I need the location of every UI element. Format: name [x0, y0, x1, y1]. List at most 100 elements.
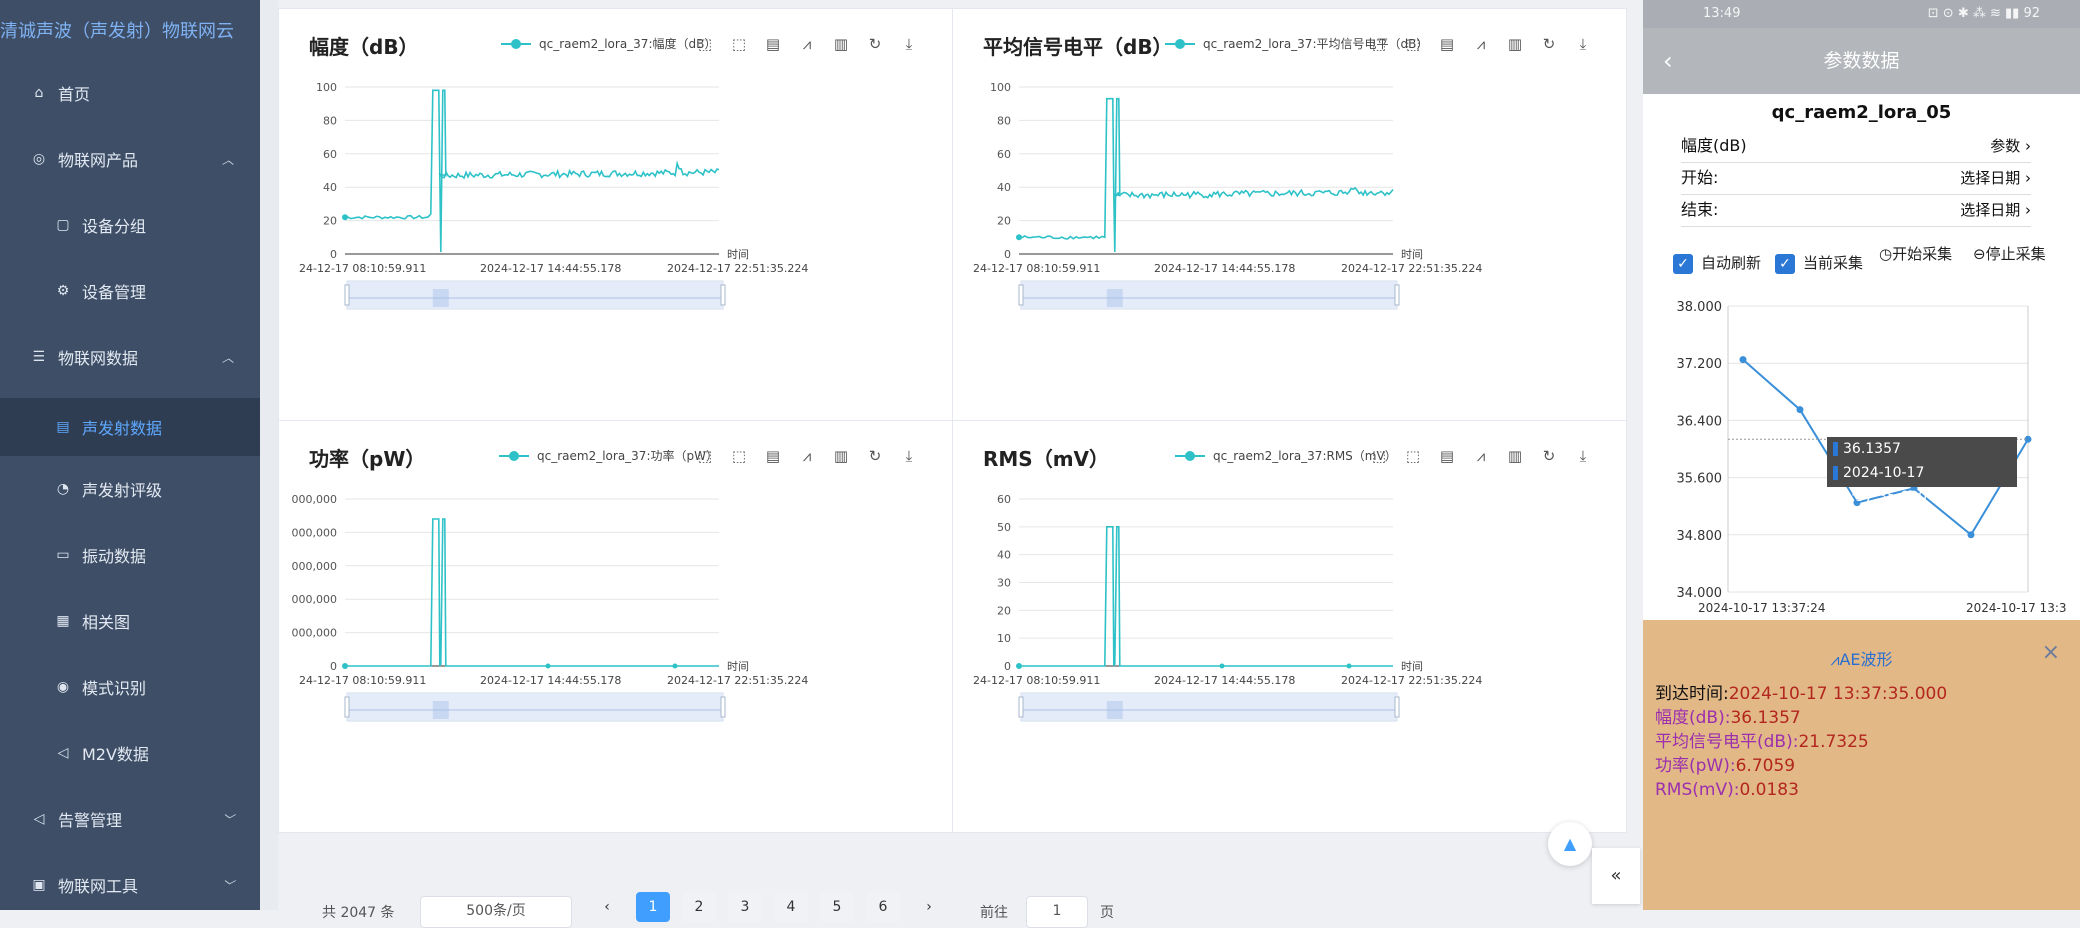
group-icon: ▢	[56, 217, 70, 233]
sidebar-item-label: 设备分组	[82, 217, 147, 236]
sidebar-item-label: 首页	[58, 85, 91, 104]
datazoom-handle-left	[344, 284, 350, 306]
back-to-top-button[interactable]: ▲	[1548, 822, 1592, 866]
page-button-3[interactable]: 3	[728, 892, 762, 922]
option-label: 当前采集	[1803, 254, 1864, 272]
x-tick-label: 2024-10-17 13:37:24	[1698, 601, 1825, 615]
chart-svg[interactable]: 100 80 60 40 20 024-12-17 08:10:59.911 2024-12…	[279, 9, 952, 420]
ae-amplitude-line: 幅度(dB):36.1357	[1655, 706, 1947, 730]
tooltip-value-text: 36.1357	[1843, 441, 1901, 457]
checkbox-checked-icon[interactable]: ✓	[1775, 253, 1795, 274]
ae-value: 2024-10-17 13:37:35.000	[1728, 684, 1948, 704]
x-tick-label: 2024-12-17 14:44:55.178	[1154, 674, 1295, 687]
x-tick-label: 2024-12-17 14:44:55.178	[480, 262, 621, 275]
x-tick-label: 2024-12-17 22:51:35.224	[1341, 674, 1482, 687]
data-point	[1016, 663, 1022, 669]
row-label: 结束:	[1681, 200, 1719, 219]
device-icon: ⚙	[56, 283, 70, 299]
sidebar-item-pattern[interactable]: ◉ 模式识别	[0, 662, 260, 712]
chart-svg[interactable]: 60 50 40 30 20 10 024-12-17 08:10:59.911 2024-1…	[953, 421, 1626, 832]
ae-rms-line: RMS(mV):0.0183	[1655, 778, 1947, 802]
start-date-row[interactable]: 开始: 选择日期 ›	[1681, 162, 2031, 195]
datazoom-handle-right	[720, 284, 726, 306]
y-tick-label: 0	[1004, 660, 1011, 673]
page-button-4[interactable]: 4	[774, 892, 808, 922]
x-tick-label: 24-12-17 08:10:59.911	[973, 262, 1100, 275]
sidebar-item-ae-rating[interactable]: ◔ 声发射评级	[0, 464, 260, 514]
auto-refresh-option[interactable]: ✓ 自动刷新	[1673, 252, 1761, 274]
datazoom-handle-right	[1394, 696, 1400, 718]
ae-label: 幅度(dB):	[1655, 708, 1731, 728]
ae-label: 平均信号电平(dB):	[1655, 732, 1799, 752]
close-icon[interactable]: ×	[2042, 640, 2060, 665]
chart-tooltip: 36.1357 2024-10-17 13:37:35.000	[1827, 437, 2017, 505]
y-tick-label: 80	[997, 114, 1011, 127]
sidebar-item-m2v[interactable]: ◁ M2V数据	[0, 728, 260, 778]
sidebar-item-label: M2V数据	[82, 745, 149, 764]
home-icon: ⌂	[34, 85, 44, 101]
prev-page-button[interactable]: ‹	[590, 892, 624, 922]
sidebar-item-correlation[interactable]: ▦ 相关图	[0, 596, 260, 646]
start-collect-button[interactable]: ◷开始采集	[1879, 244, 1959, 264]
series-line	[1018, 97, 1394, 253]
data-point	[1016, 234, 1022, 241]
y-tick-label: 38.000	[1677, 300, 1723, 315]
collapse-panel-button[interactable]: «	[1592, 848, 1640, 904]
next-page-button[interactable]: ›	[912, 892, 946, 922]
alarm-icon: ◁	[33, 811, 45, 827]
param-row[interactable]: 幅度(dB) 参数 ›	[1681, 130, 2031, 163]
double-chevron-left-icon: «	[1610, 865, 1622, 886]
sidebar-item-products[interactable]: ◎ 物联网产品 ︿	[0, 134, 260, 184]
sidebar-item-tools[interactable]: ▣ 物联网工具 ﹀	[0, 860, 260, 910]
mobile-nav-title: 参数数据	[1823, 50, 1900, 72]
ae-waveform-panel: ⩘AE波形 × 到达时间:2024-10-17 13:37:35.000 幅度(…	[1643, 620, 2080, 910]
x-axis-name: 时间	[727, 248, 749, 261]
x-axis-name: 时间	[1401, 248, 1423, 261]
status-bar: 13:49 ⊡ ⊙ ✱ ⁂ ≋ ▮▮ 92	[1643, 0, 2080, 28]
y-tick-label: 50	[997, 521, 1011, 534]
sidebar-item-home[interactable]: ⌂ 首页	[0, 68, 260, 118]
sidebar-item-iot-data[interactable]: ☰ 物联网数据 ︿	[0, 332, 260, 382]
checkbox-checked-icon[interactable]: ✓	[1673, 253, 1693, 274]
data-point	[1796, 406, 1804, 414]
chart-svg[interactable]: 000,000 000,000 000,000 000,000 000,000 024-1…	[279, 421, 952, 832]
data-point	[1967, 531, 1975, 539]
chart-panel-power: 功率（pW） qc_raem2_lora_37:功率（pW） ⬚ ⬚ ▤ ⩘ ▥ ↻ ⤓ 0…	[278, 420, 953, 833]
datazoom-window	[347, 693, 723, 721]
mobile-nav-bar: ‹ 参数数据	[1643, 28, 2080, 94]
sidebar-item-label: 物联网产品	[58, 151, 139, 170]
data-point	[1739, 356, 1747, 364]
sidebar-item-alarms[interactable]: ◁ 告警管理 ﹀	[0, 794, 260, 844]
data-point	[672, 663, 678, 669]
page-button-6[interactable]: 6	[866, 892, 900, 922]
ae-label: 到达时间:	[1655, 684, 1729, 704]
back-arrow-icon[interactable]: ‹	[1663, 28, 1673, 94]
end-date-row[interactable]: 结束: 选择日期 ›	[1681, 194, 2031, 227]
goto-page-input[interactable]: 1	[1026, 896, 1088, 928]
y-tick-label: 30	[997, 577, 1011, 590]
stop-collect-button[interactable]: ⊖停止采集	[1973, 244, 2063, 264]
page-button-5[interactable]: 5	[820, 892, 854, 922]
x-tick-label: 2024-12-17 14:44:55.178	[480, 674, 621, 687]
y-tick-label: 20	[997, 215, 1011, 228]
sidebar-item-ae-data[interactable]: ▤ 声发射数据	[0, 398, 260, 456]
y-tick-label: 000,000	[292, 560, 338, 573]
m2v-icon: ◁	[57, 745, 69, 761]
device-name: qc_raem2_lora_05	[1771, 102, 1952, 123]
y-tick-label: 60	[323, 148, 337, 161]
row-label: 幅度(dB)	[1681, 136, 1747, 155]
page-button-2[interactable]: 2	[682, 892, 716, 922]
y-tick-label: 35.600	[1677, 472, 1723, 487]
page-size-select[interactable]: 500条/页	[420, 896, 572, 928]
x-tick-label: 24-12-17 08:10:59.911	[299, 262, 426, 275]
sidebar-item-vibration[interactable]: ▭ 振动数据	[0, 530, 260, 580]
sidebar-item-devices[interactable]: ⚙ 设备管理	[0, 266, 260, 316]
current-collect-option[interactable]: ✓ 当前采集	[1775, 252, 1863, 274]
datazoom-window	[347, 281, 723, 309]
y-tick-label: 100	[990, 81, 1011, 94]
page-button-1[interactable]: 1	[636, 892, 670, 922]
chevron-up-icon: ︿	[221, 152, 234, 167]
chart-svg[interactable]: 100 80 60 40 20 024-12-17 08:10:59.911 2024-12…	[953, 9, 1626, 420]
sidebar-item-groups[interactable]: ▢ 设备分组	[0, 200, 260, 250]
y-tick-label: 10	[997, 632, 1011, 645]
